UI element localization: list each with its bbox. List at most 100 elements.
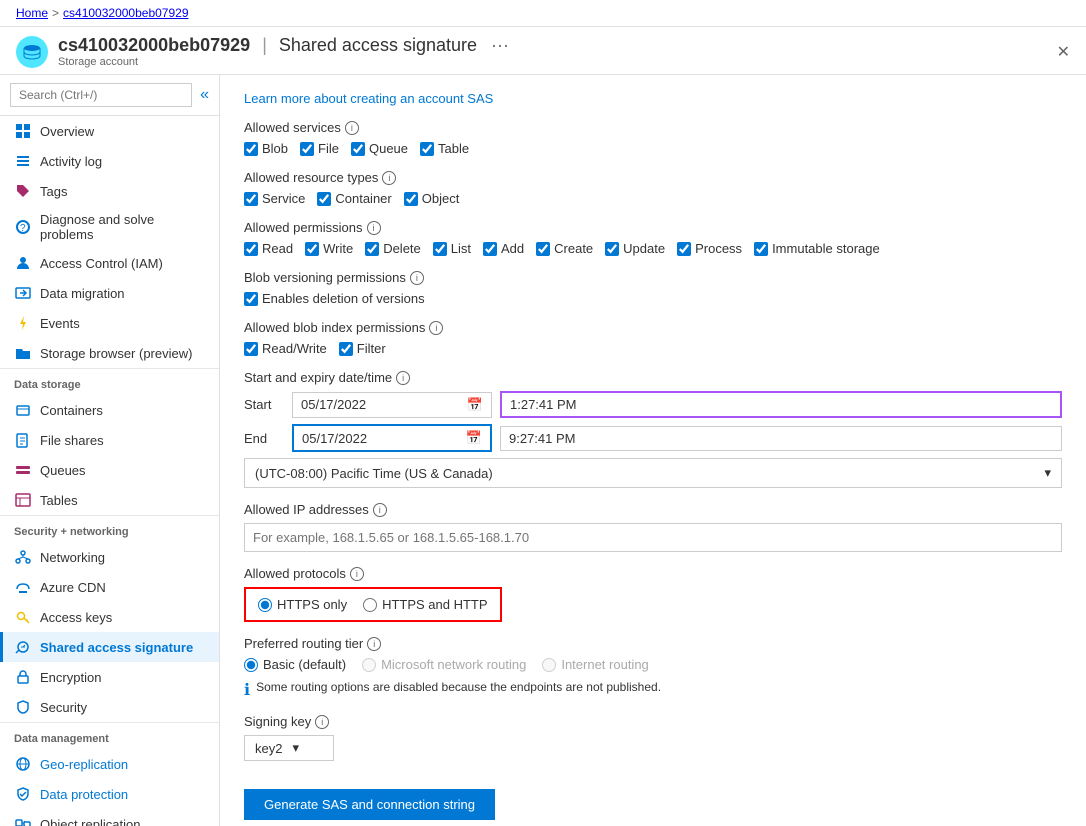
info-icon-permissions[interactable]: i [367,221,381,235]
sidebar-item-geo-replication[interactable]: Geo-replication [0,749,219,779]
sidebar: « Overview Activity log Tags ? [0,75,220,826]
start-expiry-group: Start and expiry date/time i Start 05/17… [244,370,1062,488]
search-input[interactable] [10,83,192,107]
allowed-ip-group: Allowed IP addresses i [244,502,1062,552]
start-date-input[interactable]: 05/17/2022 📅 [292,392,492,418]
sidebar-item-azure-cdn[interactable]: Azure CDN [0,572,219,602]
signing-key-dropdown[interactable]: key2 ▾ [244,735,334,761]
checkbox-queue[interactable]: Queue [351,141,408,156]
checkbox-table[interactable]: Table [420,141,469,156]
header-more-button[interactable]: ··· [491,35,509,56]
info-icon-signing[interactable]: i [315,715,329,729]
sidebar-item-activity-log[interactable]: Activity log [0,146,219,176]
allowed-permissions-label: Allowed permissions i [244,220,1062,235]
checkbox-container[interactable]: Container [317,191,391,206]
radio-internet-routing[interactable]: Internet routing [542,657,648,672]
sidebar-item-label: Shared access signature [40,640,193,655]
checkbox-file[interactable]: File [300,141,339,156]
end-label: End [244,431,284,446]
info-icon[interactable]: i [345,121,359,135]
breadcrumb-resource[interactable]: cs410032000beb07929 [63,6,188,20]
end-time-input[interactable]: 9:27:41 PM [500,426,1062,451]
checkbox-process[interactable]: Process [677,241,742,256]
info-icon-datetime[interactable]: i [396,371,410,385]
checkbox-create[interactable]: Create [536,241,593,256]
breadcrumb: Home > cs410032000beb07929 [16,6,189,20]
checkbox-list[interactable]: List [433,241,471,256]
resource-name: cs410032000beb07929 [58,35,250,56]
list-icon [14,152,32,170]
start-label: Start [244,397,284,412]
sidebar-item-overview[interactable]: Overview [0,116,219,146]
calendar-icon-start[interactable]: 📅 [467,397,483,413]
radio-basic[interactable]: Basic (default) [244,657,346,672]
protocols-box: HTTPS only HTTPS and HTTP [244,587,502,622]
sidebar-item-queues[interactable]: Queues [0,455,219,485]
sidebar-item-label: Events [40,316,80,331]
info-icon-blob-index[interactable]: i [429,321,443,335]
sidebar-item-encryption[interactable]: Encryption [0,662,219,692]
sidebar-item-tables[interactable]: Tables [0,485,219,515]
learn-link[interactable]: Learn more about creating an account SAS [244,91,493,106]
sidebar-item-label: Security [40,700,87,715]
calendar-icon-end[interactable]: 📅 [466,430,482,446]
sidebar-item-iam[interactable]: Access Control (IAM) [0,248,219,278]
info-icon-protocols[interactable]: i [350,567,364,581]
checkbox-filter[interactable]: Filter [339,341,386,356]
sidebar-item-tags[interactable]: Tags [0,176,219,206]
radio-https-only[interactable]: HTTPS only [258,597,347,612]
radio-microsoft-routing[interactable]: Microsoft network routing [362,657,526,672]
queue-icon [14,461,32,479]
blob-versioning-label: Blob versioning permissions i [244,270,1062,285]
allowed-resource-types-group: Allowed resource types i Service Contain… [244,170,1062,206]
end-date-input[interactable]: 05/17/2022 📅 [292,424,492,452]
checkbox-service[interactable]: Service [244,191,305,206]
collapse-button[interactable]: « [200,86,209,104]
folder-icon [14,344,32,362]
info-icon-routing[interactable]: i [367,637,381,651]
checkbox-readwrite[interactable]: Read/Write [244,341,327,356]
checkbox-read[interactable]: Read [244,241,293,256]
checkbox-immutable[interactable]: Immutable storage [754,241,880,256]
section-data-management: Data management [0,722,219,749]
sidebar-item-file-shares[interactable]: File shares [0,425,219,455]
checkbox-delete[interactable]: Delete [365,241,421,256]
sidebar-item-events[interactable]: Events [0,308,219,338]
allowed-permissions-checkboxes: Read Write Delete List Add Create Update… [244,241,1062,256]
allowed-ip-input[interactable] [244,523,1062,552]
start-time-input[interactable]: 1:27:41 PM [500,391,1062,418]
checkbox-enables-deletion[interactable]: Enables deletion of versions [244,291,425,306]
checkbox-write[interactable]: Write [305,241,353,256]
timezone-select[interactable]: (UTC-08:00) Pacific Time (US & Canada) ▾ [244,458,1062,488]
blob-versioning-group: Blob versioning permissions i Enables de… [244,270,1062,306]
info-icon-versioning[interactable]: i [410,271,424,285]
sidebar-item-object-replication[interactable]: Object replication [0,809,219,826]
checkbox-add[interactable]: Add [483,241,524,256]
sidebar-item-access-keys[interactable]: Access keys [0,602,219,632]
sidebar-item-shared-access[interactable]: Shared access signature [0,632,219,662]
sidebar-item-diagnose[interactable]: ? Diagnose and solve problems [0,206,219,248]
generate-sas-button[interactable]: Generate SAS and connection string [244,789,495,820]
sidebar-item-containers[interactable]: Containers [0,395,219,425]
sidebar-item-data-migration[interactable]: Data migration [0,278,219,308]
sidebar-item-label: File shares [40,433,104,448]
sidebar-item-networking[interactable]: Networking [0,542,219,572]
sidebar-item-storage-browser[interactable]: Storage browser (preview) [0,338,219,368]
sidebar-item-security[interactable]: Security [0,692,219,722]
shield-icon [14,698,32,716]
storage-icon [16,36,48,68]
signing-key-group: Signing key i key2 ▾ [244,714,1062,761]
info-icon-resource[interactable]: i [382,171,396,185]
sidebar-item-data-protection[interactable]: Data protection [0,779,219,809]
info-icon-ip[interactable]: i [373,503,387,517]
radio-https-http[interactable]: HTTPS and HTTP [363,597,487,612]
start-expiry-label: Start and expiry date/time i [244,370,1062,385]
checkbox-update[interactable]: Update [605,241,665,256]
sidebar-item-label: Diagnose and solve problems [40,212,209,242]
breadcrumb-home[interactable]: Home [16,6,48,20]
checkbox-blob[interactable]: Blob [244,141,288,156]
checkbox-object[interactable]: Object [404,191,460,206]
sidebar-item-label: Encryption [40,670,101,685]
wrench-icon: ? [14,218,32,236]
close-button[interactable]: ✕ [1057,42,1070,62]
